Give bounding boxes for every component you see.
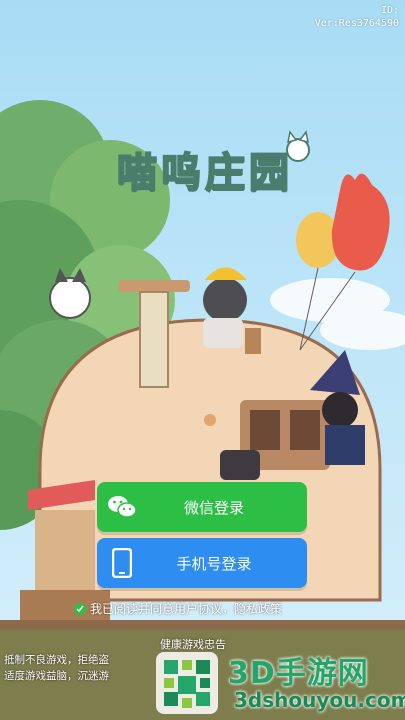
agreement-text[interactable]: 我已阅读并同意用户协议，隐私政策 (90, 600, 282, 617)
agreement-row: 我已阅读并同意用户协议，隐私政策 (74, 600, 334, 617)
watermark-logo-icon (156, 652, 218, 714)
health-notice: 抵制不良游戏，拒绝盗 适度游戏益脑，沉迷游 (4, 652, 174, 684)
phone-login-label: 手机号登录 (176, 554, 252, 573)
health-notice-line: 适度游戏益脑，沉迷游 (4, 670, 109, 682)
agreement-checkbox[interactable] (74, 602, 86, 615)
phone-icon (97, 538, 147, 588)
phone-login-button[interactable]: 手机号登录 (97, 538, 307, 588)
health-notice-line: 抵制不良游戏，拒绝盗 (4, 654, 109, 666)
version-info: ID: Ver:Res3764590 (315, 4, 399, 30)
id-label: ID: (380, 5, 399, 16)
watermark-main: 3D手游网 (228, 656, 369, 691)
version-label: Ver:Res3764590 (314, 18, 399, 29)
wechat-login-button[interactable]: 微信登录 (97, 482, 307, 532)
wechat-icon (97, 482, 147, 532)
game-title: 喵呜庄园 (116, 148, 293, 197)
watermark: 3D手游网 3dshouyou.com (150, 646, 405, 720)
watermark-sub: 3dshouyou.com (234, 688, 405, 712)
wechat-login-label: 微信登录 (183, 498, 244, 517)
